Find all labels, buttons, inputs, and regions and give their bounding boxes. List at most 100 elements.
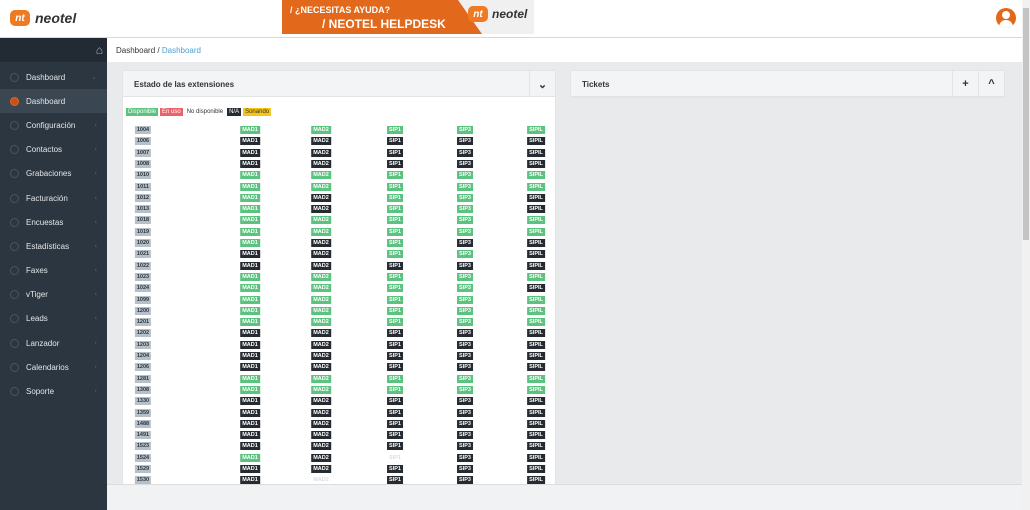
trunk-status-badge: SIP3	[457, 306, 473, 315]
trunk-status-badge: SIP1	[387, 137, 403, 146]
extension-row: 1359 MAD1 MAD2 SIP1 SIP3 SIPIL	[123, 408, 555, 418]
banner-line1: / ¿NECESITAS AYUDA?	[290, 5, 391, 15]
sidebar-item-icon	[10, 96, 19, 106]
trunk-status-badge: MAD2	[311, 182, 331, 191]
extension-number: 1019	[134, 227, 152, 236]
sidebar-item-dashboard[interactable]: Dashboard	[0, 89, 107, 114]
trunk-status-badge: MAD1	[240, 465, 260, 473]
extension-number: 1359	[134, 408, 152, 417]
trunk-status-badge: SIPIL	[527, 431, 545, 440]
sidebar-item-icon	[10, 387, 19, 397]
sidebar-item-label: Soporte	[26, 387, 55, 397]
trunk-status-badge: SIP1	[387, 374, 403, 383]
collapse-chevron-up-icon[interactable]: ^	[978, 71, 1004, 97]
trunk-status-badge: MAD1	[240, 261, 260, 270]
chevron-icon: ‹	[94, 315, 97, 323]
extension-number: 1281	[134, 374, 152, 383]
scrollbar[interactable]	[1022, 0, 1030, 510]
extension-number: 1202	[134, 329, 152, 338]
neotel-logo[interactable]: nt neotel	[10, 10, 76, 26]
trunk-status-badge: SIPIL	[527, 148, 545, 157]
chevron-icon: ‹	[94, 363, 97, 371]
trunk-status-badge: MAD2	[311, 295, 331, 304]
sidebar-item-grabaciones[interactable]: Grabaciones ‹	[0, 162, 107, 186]
trunk-status-badge: MAD1	[240, 374, 260, 383]
trunk-status-badge: MAD2	[311, 137, 331, 146]
sidebar-item-vtiger[interactable]: vTiger ‹	[0, 283, 107, 307]
trunk-status-badge: MAD2	[311, 340, 331, 349]
sidebar-item-estadísticas[interactable]: Estadísticas ‹	[0, 234, 107, 258]
extension-row: 1523 MAD1 MAD2 SIP1 SIP3 SIPIL	[123, 442, 555, 451]
sidebar-item-facturación[interactable]: Facturación ‹	[0, 186, 107, 210]
trunk-status-badge: MAD2	[311, 374, 331, 383]
trunk-status-badge: MAD2	[311, 465, 331, 473]
breadcrumb-root[interactable]: Dashboard	[116, 46, 155, 55]
helpdesk-banner[interactable]: / ¿NECESITAS AYUDA? / NEOTEL HELPDESK nt…	[282, 0, 534, 34]
extension-row: 1203 MAD1 MAD2 SIP1 SIP3 SIPIL	[123, 340, 555, 350]
trunk-status-badge: MAD1	[240, 171, 260, 180]
extension-row: 1281 MAD1 MAD2 SIP1 SIP3 SIPIL	[123, 374, 555, 384]
sidebar-toggle-icon[interactable]: ⌂	[96, 43, 103, 57]
trunk-status-badge: SIP1	[387, 397, 403, 406]
trunk-status-badge: MAD2	[311, 216, 331, 225]
scrollbar-thumb[interactable]	[1023, 8, 1029, 240]
extension-number: 1524	[134, 453, 152, 462]
sidebar-item-encuestas[interactable]: Encuestas ‹	[0, 210, 107, 234]
collapse-chevron-down-icon[interactable]: ⌄	[529, 71, 555, 97]
trunk-status-badge: SIP3	[457, 465, 473, 473]
user-avatar-icon[interactable]	[996, 8, 1016, 28]
extension-number: 1201	[134, 318, 152, 327]
status-legend: Disponible En uso No disponible N/A Sona…	[126, 108, 272, 116]
extension-row: 1008 MAD1 MAD2 SIP1 SIP3 SIPIL	[123, 159, 555, 169]
chevron-icon: ‹	[94, 146, 97, 154]
breadcrumb: Dashboard / Dashboard	[107, 38, 1022, 62]
trunk-status-badge: SIPIL	[527, 159, 545, 168]
trunk-status-badge: SIP1	[387, 216, 403, 225]
trunk-status-badge: SIP3	[457, 374, 473, 383]
sidebar-item-dashboard[interactable]: Dashboard ⌄	[0, 65, 107, 89]
trunk-status-badge: SIPIL	[527, 227, 545, 236]
trunk-status-badge: MAD1	[240, 205, 260, 214]
extension-number: 1204	[134, 352, 152, 360]
sidebar-item-lanzador[interactable]: Lanzador ‹	[0, 331, 107, 355]
trunk-status-badge: SIPIL	[527, 182, 545, 191]
legend-disponible: Disponible	[126, 108, 159, 116]
trunk-status-badge: SIP3	[457, 295, 473, 304]
breadcrumb-current[interactable]: Dashboard	[162, 46, 201, 55]
sidebar-item-soporte[interactable]: Soporte ‹	[0, 379, 107, 403]
trunk-status-badge: SIP1	[387, 227, 403, 236]
sidebar-item-label: Encuestas	[26, 217, 64, 227]
extension-number: 1488	[134, 419, 152, 428]
trunk-status-badge: SIPIL	[527, 442, 545, 451]
trunk-status-badge: MAD1	[240, 476, 260, 484]
trunk-status-badge: SIP3	[457, 216, 473, 225]
sidebar-item-faxes[interactable]: Faxes ‹	[0, 259, 107, 283]
trunk-status-badge: SIP1	[387, 272, 403, 281]
sidebar-item-calendarios[interactable]: Calendarios ‹	[0, 355, 107, 379]
extension-row: 1012 MAD1 MAD2 SIP1 SIP3 SIPIL	[123, 193, 555, 203]
legend-sonando: Sonando	[243, 108, 272, 116]
sidebar-item-configuración[interactable]: Configuración ‹	[0, 113, 107, 137]
extension-number: 1491	[134, 431, 152, 440]
trunk-status-badge: SIPIL	[527, 329, 545, 338]
trunk-status-badge: SIPIL	[527, 408, 545, 417]
trunk-status-badge: SIP1	[387, 442, 403, 451]
trunk-status-badge: SIPIL	[527, 216, 545, 225]
trunk-status-badge: SIP1	[387, 352, 403, 360]
extension-row: 1099 MAD1 MAD2 SIP1 SIP3 SIPIL	[123, 295, 555, 305]
trunk-status-badge: MAD2	[311, 431, 331, 440]
extension-row: 1023 MAD1 MAD2 SIP1 SIP3 SIPIL	[123, 272, 555, 282]
trunk-status-badge: SIP3	[457, 126, 473, 134]
extension-row: 1007 MAD1 MAD2 SIP1 SIP3 SIPIL	[123, 148, 555, 158]
sidebar-item-icon	[10, 314, 19, 324]
add-ticket-plus-icon[interactable]: +	[952, 71, 978, 97]
extension-row: 1200 MAD1 MAD2 SIP1 SIP3 SIPIL	[123, 306, 555, 316]
breadcrumb-separator: /	[157, 46, 160, 55]
sidebar-item-leads[interactable]: Leads ‹	[0, 307, 107, 331]
extension-row: 1004 MAD1 MAD2 SIP1 SIP3 SIPIL	[123, 126, 555, 135]
trunk-status-badge: SIPIL	[527, 272, 545, 281]
sidebar-item-contactos[interactable]: Contactos ‹	[0, 138, 107, 162]
extension-number: 1024	[134, 284, 152, 293]
trunk-status-badge: SIP3	[457, 329, 473, 338]
trunk-status-badge: SIPIL	[527, 476, 545, 484]
